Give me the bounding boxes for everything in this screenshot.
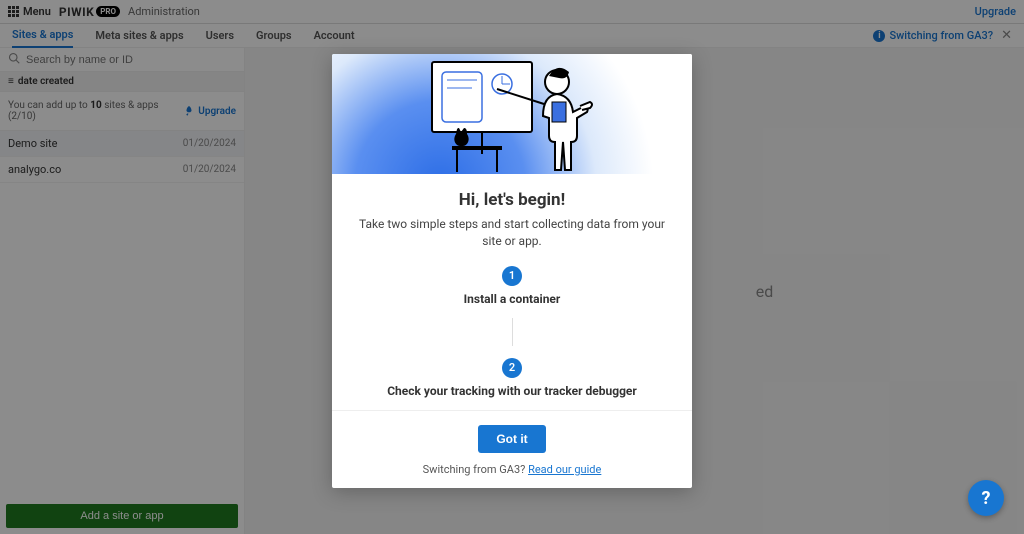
- footer-note-text: Switching from GA3?: [423, 463, 528, 476]
- step-connector: [512, 318, 513, 346]
- presenter-illustration-icon: [402, 54, 622, 174]
- modal-title: Hi, let's begin!: [356, 190, 668, 210]
- got-it-button[interactable]: Got it: [478, 425, 545, 453]
- read-guide-link[interactable]: Read our guide: [528, 463, 601, 476]
- step-2-badge: 2: [502, 358, 522, 378]
- modal-hero: [332, 54, 692, 174]
- onboarding-modal: Hi, let's begin! Take two simple steps a…: [332, 54, 692, 488]
- step-2-label[interactable]: Check your tracking with our tracker deb…: [356, 384, 668, 398]
- step-1-label[interactable]: Install a container: [356, 292, 668, 306]
- help-fab[interactable]: ?: [968, 480, 1004, 516]
- step-1-badge: 1: [502, 266, 522, 286]
- question-icon: ?: [982, 488, 991, 509]
- modal-subtitle: Take two simple steps and start collecti…: [356, 216, 668, 250]
